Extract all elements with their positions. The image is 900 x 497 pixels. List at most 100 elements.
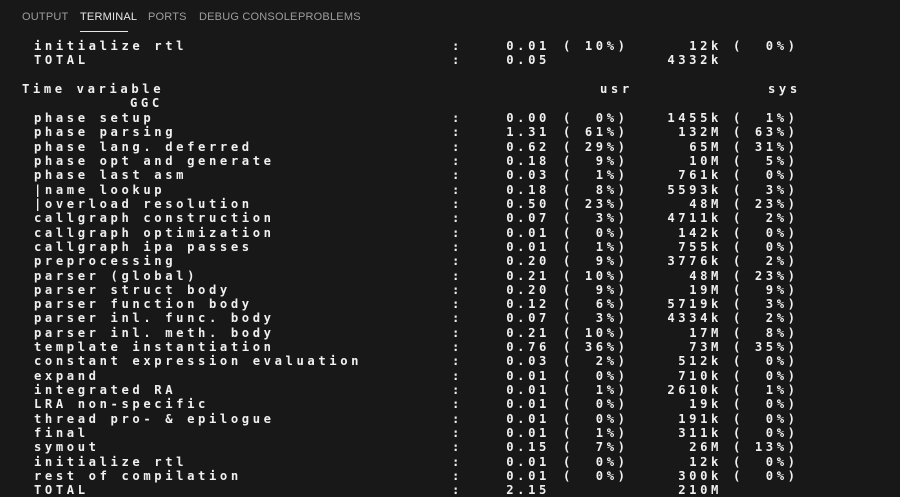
- row-mem: 19M: [689, 282, 722, 297]
- row-label: |overload resolution: [34, 196, 253, 211]
- panel-tab-bar: OUTPUT TERMINAL PORTS DEBUG CONSOLE PROB…: [0, 0, 900, 36]
- row-mem: 5593k: [667, 182, 722, 197]
- row-usr-pct: ( 0%): [563, 454, 629, 469]
- row-mem: 17M: [689, 325, 722, 340]
- row-mem: 19k: [689, 397, 722, 412]
- row-colon: :: [452, 254, 463, 269]
- row-label: parser struct body: [34, 282, 231, 297]
- row-usr-pct: ( 0%): [563, 368, 629, 383]
- row-usr: 0.07: [506, 311, 550, 326]
- row-usr-pct: ( 23%): [563, 196, 629, 211]
- row-mem: 210M: [678, 483, 722, 497]
- row-mem: 10M: [689, 153, 722, 168]
- tab-debug-console[interactable]: DEBUG CONSOLE: [199, 11, 298, 23]
- tab-ports[interactable]: PORTS: [148, 11, 187, 23]
- row-mem: 311k: [678, 426, 722, 441]
- row-colon: :: [452, 368, 463, 383]
- row-label: rest of compilation: [34, 469, 242, 483]
- row-label: constant expression evaluation: [34, 354, 363, 369]
- row-label: final: [34, 426, 89, 441]
- row-mem: 132M: [678, 125, 722, 140]
- row-usr-pct: ( 36%): [563, 340, 629, 355]
- row-colon: :: [452, 426, 463, 441]
- row-colon: :: [452, 383, 463, 398]
- row-usr-pct: ( 29%): [563, 139, 629, 154]
- row-mem-pct: ( 0%): [733, 39, 799, 53]
- summary-row: initialize rtl : 0.01 ( 10%) 12k ( 0%): [0, 39, 795, 53]
- row-mem: 142k: [678, 225, 722, 240]
- row-label: phase last asm: [34, 168, 188, 183]
- row-colon: :: [452, 225, 463, 240]
- row-label: parser inl. func. body: [34, 311, 275, 326]
- row-usr-pct: ( 10%): [563, 325, 629, 340]
- row-label: expand: [34, 368, 100, 383]
- row-colon: :: [452, 311, 463, 326]
- row-mem: 4711k: [667, 211, 722, 226]
- row-mem-pct: ( 0%): [733, 225, 799, 240]
- row-label: initialize rtl: [34, 39, 188, 53]
- row-colon: :: [452, 125, 463, 140]
- tab-terminal[interactable]: TERMINAL: [80, 11, 137, 23]
- row-usr: 0.01: [506, 368, 550, 383]
- row-label: phase parsing: [34, 125, 177, 140]
- row-usr-pct: ( 1%): [563, 426, 629, 441]
- row-usr: 0.01: [506, 469, 550, 483]
- row-mem: 26M: [689, 440, 722, 455]
- row-label: symout: [34, 440, 100, 455]
- row-mem-pct: ( 23%): [733, 268, 799, 283]
- row-usr: 0.03: [506, 168, 550, 183]
- row-usr: 0.01: [506, 454, 550, 469]
- row-usr: 0.76: [506, 340, 550, 355]
- row-colon: :: [452, 354, 463, 369]
- row-mem: 710k: [678, 368, 722, 383]
- row-label: callgraph optimization: [34, 225, 275, 240]
- tab-problems[interactable]: PROBLEMS: [298, 11, 361, 23]
- row-mem-pct: ( 0%): [733, 397, 799, 412]
- row-usr: 2.15: [506, 483, 550, 497]
- row-colon: :: [452, 454, 463, 469]
- row-usr: 0.01: [506, 39, 550, 53]
- row-usr: 1.31: [506, 125, 550, 140]
- row-label: phase lang. deferred: [34, 139, 253, 154]
- row-mem: 512k: [678, 354, 722, 369]
- row-mem: 48M: [689, 196, 722, 211]
- row-colon: :: [452, 168, 463, 183]
- row-mem-pct: ( 2%): [733, 311, 799, 326]
- row-mem-pct: ( 23%): [733, 196, 799, 211]
- row-colon: :: [452, 483, 463, 497]
- row-usr-pct: ( 9%): [563, 282, 629, 297]
- row-usr-pct: ( 6%): [563, 297, 629, 312]
- row-label: callgraph ipa passes: [34, 239, 253, 254]
- row-label: thread pro- & epilogue: [34, 411, 275, 426]
- row-usr: 0.21: [506, 268, 550, 283]
- row-usr: 0.50: [506, 196, 550, 211]
- row-usr-pct: ( 0%): [563, 111, 629, 125]
- row-colon: :: [452, 325, 463, 340]
- row-mem-pct: ( 0%): [733, 368, 799, 383]
- row-mem: 3776k: [667, 254, 722, 269]
- row-usr: 0.18: [506, 182, 550, 197]
- row-colon: :: [452, 39, 463, 53]
- row-usr-pct: ( 7%): [563, 440, 629, 455]
- row-mem-pct: ( 8%): [733, 325, 799, 340]
- tab-output[interactable]: OUTPUT: [22, 11, 68, 23]
- row-mem-pct: ( 3%): [733, 297, 799, 312]
- header-usr: usr: [600, 82, 633, 96]
- row-colon: :: [452, 411, 463, 426]
- row-colon: :: [452, 153, 463, 168]
- row-mem: 4332k: [667, 53, 722, 67]
- row-usr: 0.01: [506, 411, 550, 426]
- row-mem-pct: ( 31%): [733, 139, 799, 154]
- row-usr-pct: ( 1%): [563, 239, 629, 254]
- terminal-output[interactable]: initialize rtl : 0.01 ( 10%) 12k ( 0%) T…: [0, 36, 900, 497]
- row-label: phase setup: [34, 111, 155, 125]
- row-colon: :: [452, 139, 463, 154]
- row-colon: :: [452, 297, 463, 312]
- row-colon: :: [452, 239, 463, 254]
- row-usr: 0.05: [506, 53, 550, 67]
- row-usr: 0.01: [506, 426, 550, 441]
- row-label: template instantiation: [34, 340, 275, 355]
- row-mem: 48M: [689, 268, 722, 283]
- header-title: Time variable: [22, 82, 165, 96]
- row-colon: :: [452, 211, 463, 226]
